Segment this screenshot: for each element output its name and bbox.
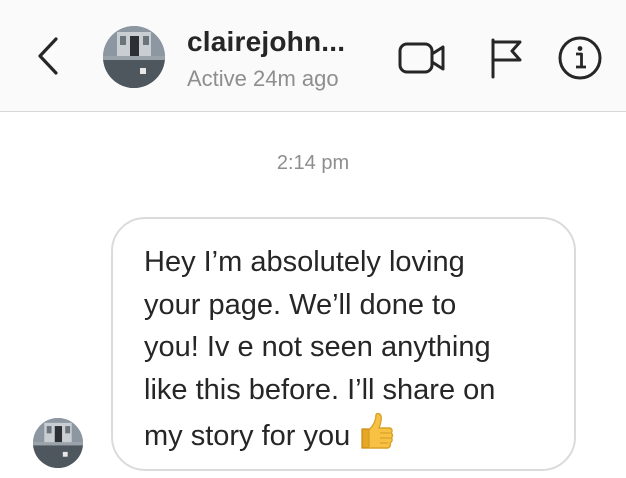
info-icon [558, 36, 602, 80]
video-camera-icon [398, 42, 445, 74]
chat-username[interactable]: clairejohn... [187, 26, 345, 58]
avatar[interactable] [103, 26, 165, 88]
chat-header: clairejohn... Active 24m ago [0, 0, 626, 112]
video-call-button[interactable] [396, 34, 448, 82]
message-bubble[interactable]: Hey I’m absolutely loving your page. We’… [111, 217, 576, 471]
chevron-left-icon [38, 37, 58, 75]
message-timestamp: 2:14 pm [276, 152, 350, 174]
thumbs-up-icon [356, 411, 396, 464]
active-status: Active 24m ago [187, 66, 339, 91]
report-button[interactable] [480, 34, 532, 82]
message-text-container: Hey I’m absolutely loving your page. We’… [144, 241, 548, 464]
profile-photo [33, 418, 83, 468]
info-button[interactable] [554, 34, 606, 82]
sender-avatar[interactable] [33, 418, 83, 468]
flag-icon [491, 38, 522, 79]
back-button[interactable] [24, 32, 72, 80]
profile-photo [103, 26, 165, 88]
message-text: Hey I’m absolutely loving your page. We’… [144, 246, 496, 452]
